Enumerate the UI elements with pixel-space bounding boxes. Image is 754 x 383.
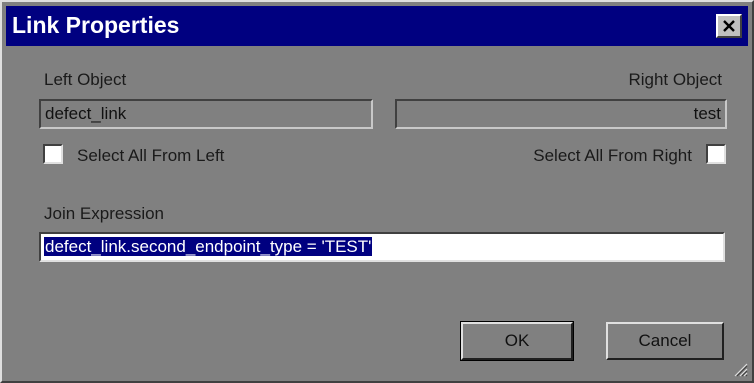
dialog-title: Link Properties [12, 12, 180, 38]
select-all-left-checkbox[interactable] [43, 144, 63, 164]
close-icon [723, 20, 735, 32]
right-object-label: Right Object [628, 70, 722, 89]
join-expression-input[interactable]: defect_link.second_endpoint_type = 'TEST… [39, 232, 725, 262]
close-button[interactable] [716, 14, 742, 38]
right-object-field: test [395, 99, 727, 129]
resize-grip-icon[interactable] [730, 359, 748, 377]
join-expression-text: defect_link.second_endpoint_type = 'TEST… [44, 237, 373, 256]
select-all-right-label: Select All From Right [533, 146, 692, 165]
cancel-button[interactable]: Cancel [606, 322, 724, 360]
link-properties-dialog: Link Properties Left Object Right Object… [0, 0, 754, 383]
left-object-field: defect_link [39, 99, 373, 129]
select-all-right-checkbox[interactable] [706, 144, 726, 164]
ok-button[interactable]: OK [460, 321, 574, 361]
left-object-label: Left Object [44, 70, 127, 89]
title-bar[interactable]: Link Properties [6, 6, 748, 46]
select-all-left-label: Select All From Left [77, 146, 225, 165]
join-expression-label: Join Expression [44, 204, 165, 223]
